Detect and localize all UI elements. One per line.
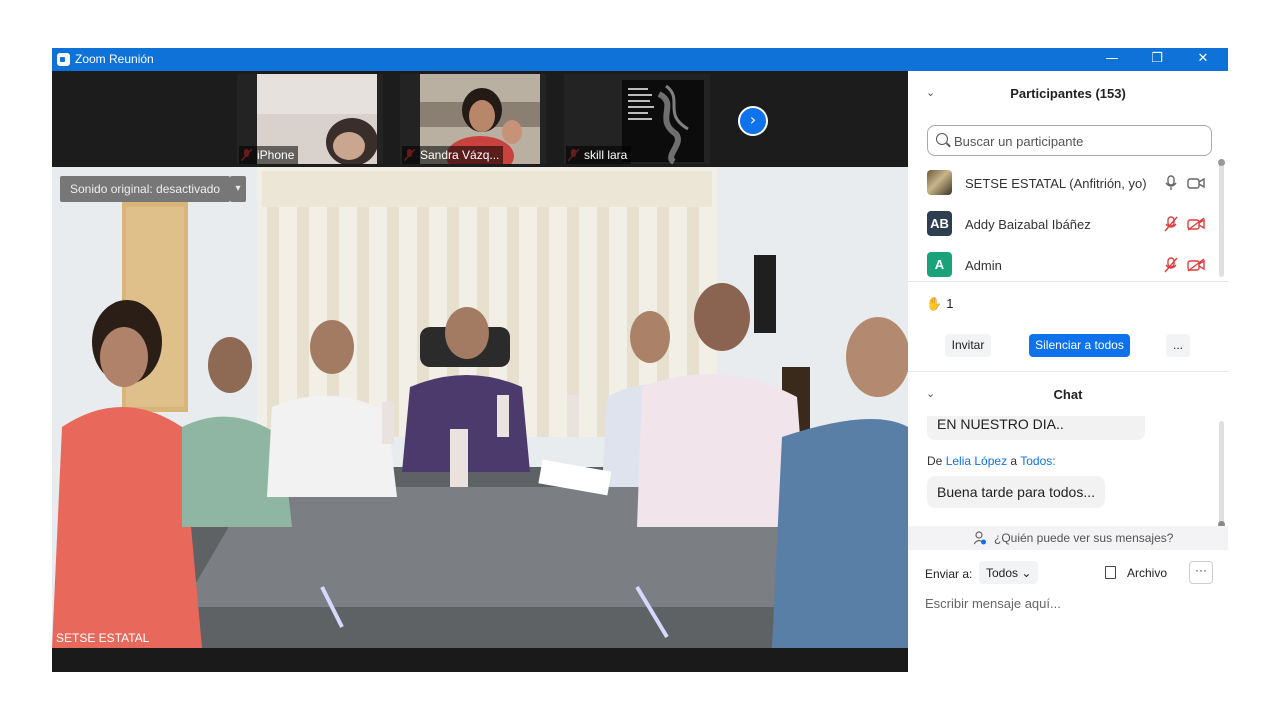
video-off-icon[interactable] bbox=[1187, 258, 1205, 272]
recipient-select[interactable]: Todos ⌄ bbox=[979, 561, 1039, 584]
thumbnail-strip: iPhone Sandra Vázq... skill lara › bbox=[52, 71, 908, 167]
chat-message-input[interactable] bbox=[925, 593, 1215, 613]
divider bbox=[908, 281, 1228, 282]
participant-row[interactable]: AB Addy Baizabal Ibáñez bbox=[908, 204, 1218, 245]
side-panel: ⌄ Participantes (153) SETSE ESTATAL (Anf… bbox=[908, 71, 1228, 672]
microphone-muted-icon[interactable] bbox=[1164, 216, 1178, 232]
message-visibility-bar[interactable]: ¿Quién puede ver sus mensajes? bbox=[908, 526, 1228, 550]
chat-header: ⌄ Chat bbox=[908, 372, 1228, 416]
participant-search-box[interactable] bbox=[927, 125, 1212, 156]
participant-name: Addy Baizabal Ibáñez bbox=[965, 217, 1091, 232]
window-title: Zoom Reunión bbox=[75, 52, 154, 66]
sender-name-link[interactable]: Lelia López bbox=[946, 454, 1007, 468]
mute-all-button[interactable]: Silenciar a todos bbox=[1029, 334, 1130, 357]
sound-options-dropdown[interactable]: ▾ bbox=[230, 176, 246, 202]
restore-button[interactable]: ❐ bbox=[1134, 48, 1180, 71]
avatar: AB bbox=[927, 211, 952, 236]
recipient-link[interactable]: Todos: bbox=[1020, 454, 1055, 468]
participant-row[interactable]: A Admin bbox=[908, 245, 1218, 286]
search-icon bbox=[936, 133, 948, 145]
main-speaker-video: Sonido original: desactivado ▾ SETSE EST… bbox=[52, 167, 908, 648]
visibility-note: ¿Quién puede ver sus mensajes? bbox=[994, 531, 1174, 545]
chat-message-sender-line: De Lelia López a Todos: bbox=[927, 454, 1056, 468]
participant-list: SETSE ESTATAL (Anfitrión, yo) AB Addy Ba… bbox=[908, 163, 1228, 286]
clapping-hands-icon: ✋ bbox=[926, 297, 943, 312]
video-off-icon[interactable] bbox=[1187, 217, 1205, 231]
thumbnail-name: iPhone bbox=[239, 146, 299, 164]
thumbnail-name: Sandra Vázq... bbox=[402, 146, 504, 164]
send-to-label: Enviar a: bbox=[925, 567, 973, 581]
speaker-name-label: SETSE ESTATAL bbox=[56, 631, 150, 645]
file-icon[interactable] bbox=[1105, 566, 1116, 579]
chevron-down-icon: ⌄ bbox=[1021, 566, 1032, 580]
thumbnail-name: skill lara bbox=[566, 146, 632, 164]
participant-list-scrollbar[interactable] bbox=[1218, 159, 1225, 277]
file-button[interactable]: Archivo bbox=[1127, 566, 1167, 580]
original-sound-toggle[interactable]: Sonido original: desactivado bbox=[60, 176, 231, 202]
close-button[interactable]: ✕ bbox=[1180, 48, 1226, 71]
participants-header: ⌄ Participantes (153) bbox=[908, 71, 1228, 116]
chat-messages: EN NUESTRO DIA.. De Lelia López a Todos:… bbox=[908, 416, 1228, 526]
microphone-muted-icon[interactable] bbox=[1164, 257, 1178, 273]
participant-name: Admin bbox=[965, 258, 1002, 273]
thumbnail-video[interactable]: Sandra Vázq... bbox=[400, 74, 546, 164]
video-footer bbox=[52, 648, 908, 672]
send-to-row: Enviar a: Todos ⌄ Archivo ··· bbox=[908, 558, 1228, 588]
participants-title: Participantes (153) bbox=[1010, 86, 1126, 101]
to-prefix: a bbox=[1010, 454, 1018, 468]
chat-more-button[interactable]: ··· bbox=[1189, 561, 1213, 584]
thumbnail-video[interactable]: iPhone bbox=[237, 74, 383, 164]
zoom-window: Zoom Reunión — ❐ ✕ iPhone Sandra Vázq...… bbox=[52, 48, 1228, 672]
video-camera-icon[interactable] bbox=[1187, 176, 1205, 190]
chat-message-bubble: Buena tarde para todos... bbox=[927, 476, 1105, 508]
zoom-logo-icon bbox=[57, 53, 70, 66]
avatar bbox=[927, 170, 952, 195]
participant-row[interactable]: SETSE ESTATAL (Anfitrión, yo) bbox=[908, 163, 1218, 204]
microphone-icon[interactable] bbox=[1164, 175, 1178, 191]
reaction-summary: ✋ 1 bbox=[926, 296, 953, 312]
title-bar: Zoom Reunión — ❐ ✕ bbox=[52, 48, 1228, 71]
meeting-room-video bbox=[52, 167, 908, 648]
more-options-button[interactable]: ... bbox=[1166, 334, 1190, 357]
avatar: A bbox=[927, 252, 952, 277]
minimize-button[interactable]: — bbox=[1089, 48, 1135, 71]
chat-message-bubble: EN NUESTRO DIA.. bbox=[927, 416, 1145, 440]
next-page-button[interactable]: › bbox=[738, 106, 768, 136]
thumbnail-video[interactable]: skill lara bbox=[564, 74, 710, 164]
participant-name: SETSE ESTATAL (Anfitrión, yo) bbox=[965, 176, 1147, 191]
person-lock-icon bbox=[974, 531, 986, 545]
recipient-value: Todos bbox=[986, 566, 1019, 580]
video-area: iPhone Sandra Vázq... skill lara › Sonid… bbox=[52, 71, 908, 672]
chat-title: Chat bbox=[1053, 387, 1083, 402]
reaction-count: 1 bbox=[946, 296, 954, 311]
from-prefix: De bbox=[927, 454, 943, 468]
participant-search-input[interactable] bbox=[954, 131, 1204, 151]
chat-scrollbar[interactable] bbox=[1218, 421, 1225, 528]
invite-button[interactable]: Invitar bbox=[945, 334, 991, 357]
